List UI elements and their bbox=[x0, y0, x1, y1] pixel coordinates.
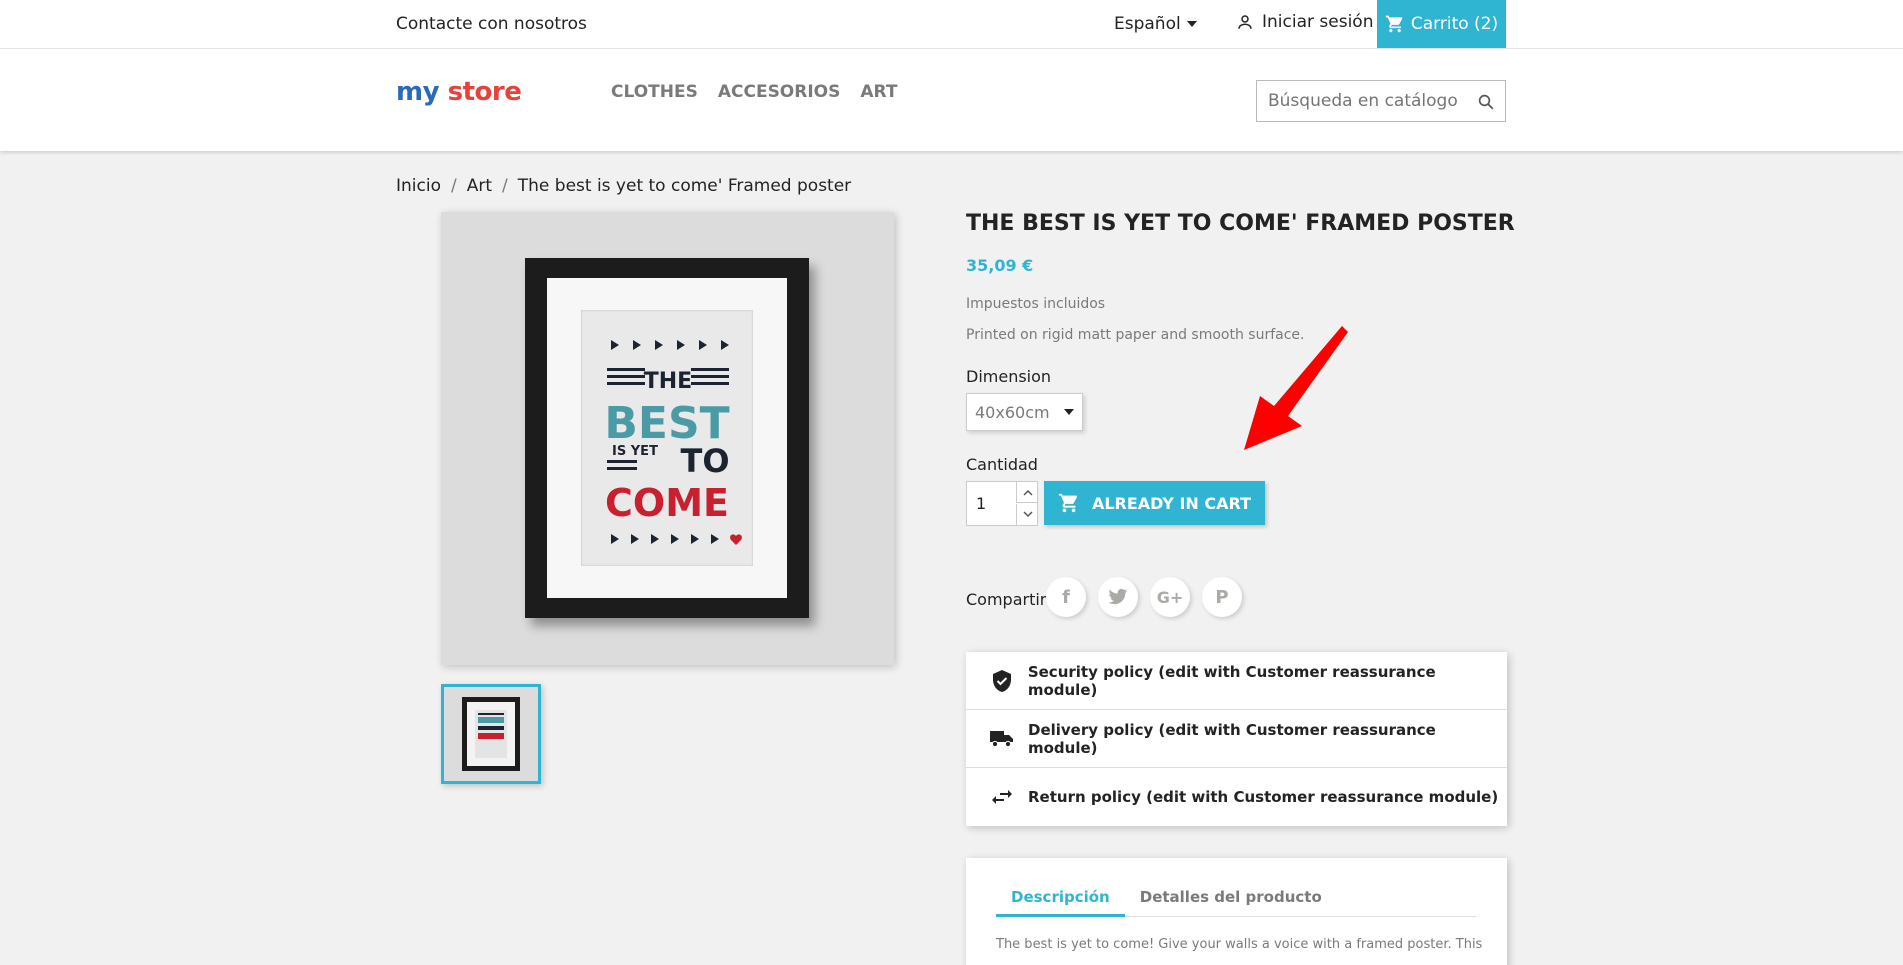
product-main-image[interactable]: THE BEST IS YET TO COME bbox=[441, 212, 894, 665]
header: my store CLOTHES ACCESORIOS ART bbox=[0, 49, 1903, 151]
logo-part-2: store bbox=[447, 77, 522, 107]
product-price: 35,09 € bbox=[966, 256, 1034, 275]
facebook-icon: f bbox=[1062, 586, 1070, 608]
chevron-down-icon bbox=[1064, 409, 1074, 415]
breadcrumb: Inicio / Art / The best is yet to come' … bbox=[396, 176, 851, 196]
search-input[interactable] bbox=[1257, 81, 1467, 121]
truck-icon bbox=[990, 730, 1014, 748]
contact-link[interactable]: Contacte con nosotros bbox=[396, 14, 587, 34]
product-tabs: Descripción Detalles del producto The be… bbox=[966, 858, 1507, 965]
language-label: Español bbox=[1114, 14, 1181, 34]
reassurance-item-delivery: Delivery policy (edit with Customer reas… bbox=[966, 710, 1507, 768]
add-to-cart-label: ALREADY IN CART bbox=[1091, 493, 1252, 513]
reassurance-text: Return policy (edit with Customer reassu… bbox=[1028, 788, 1499, 806]
poster-mat: THE BEST IS YET TO COME bbox=[547, 278, 787, 598]
pinterest-share-button[interactable]: P bbox=[1202, 577, 1242, 617]
swap-arrows-icon bbox=[990, 788, 1014, 806]
product-thumbnail[interactable] bbox=[441, 684, 541, 784]
breadcrumb-home[interactable]: Inicio bbox=[396, 176, 441, 196]
tab-product-details[interactable]: Detalles del producto bbox=[1125, 885, 1337, 917]
nav-item-accesorios[interactable]: ACCESORIOS bbox=[718, 82, 841, 102]
chevron-down-icon bbox=[1186, 21, 1197, 27]
dimension-label: Dimension bbox=[966, 367, 1052, 386]
breadcrumb-category[interactable]: Art bbox=[467, 176, 492, 196]
dimension-select[interactable]: 40x60cm bbox=[966, 393, 1083, 431]
poster-text-isyet: IS YET bbox=[612, 444, 658, 459]
breadcrumb-current: The best is yet to come' Framed poster bbox=[517, 176, 852, 196]
shield-check-icon bbox=[990, 669, 1014, 692]
quantity-input[interactable] bbox=[967, 482, 1015, 525]
store-logo[interactable]: my store bbox=[396, 77, 522, 107]
reassurance-text: Delivery policy (edit with Customer reas… bbox=[1028, 720, 1436, 757]
reassurance-text: Security policy (edit with Customer reas… bbox=[1027, 662, 1436, 699]
cart-label: Carrito (2) bbox=[1410, 14, 1499, 34]
product-title: THE BEST IS YET TO COME' FRAMED POSTER bbox=[966, 211, 1515, 236]
annotation-arrow-icon bbox=[1244, 326, 1348, 450]
product-description-text: The best is yet to come! Give your walls… bbox=[996, 937, 1483, 952]
chevron-down-icon bbox=[1022, 511, 1033, 518]
tax-label: Impuestos incluidos bbox=[966, 296, 1106, 312]
googleplus-share-button[interactable]: G+ bbox=[1150, 577, 1190, 617]
poster-artwork: THE BEST IS YET TO COME bbox=[604, 340, 742, 545]
language-selector[interactable]: Español bbox=[1114, 14, 1197, 34]
breadcrumb-separator: / bbox=[502, 176, 508, 196]
user-icon bbox=[1238, 15, 1252, 29]
twitter-share-button[interactable] bbox=[1098, 577, 1138, 617]
signin-link[interactable]: Iniciar sesión bbox=[1236, 12, 1373, 32]
poster-print: THE BEST IS YET TO COME bbox=[581, 310, 753, 566]
reassurance-block: Security policy (edit with Customer reas… bbox=[966, 652, 1507, 826]
nav-item-clothes[interactable]: CLOTHES bbox=[611, 82, 698, 102]
pinterest-icon: P bbox=[1215, 586, 1229, 608]
reassurance-item-security: Security policy (edit with Customer reas… bbox=[966, 652, 1507, 710]
main-nav: CLOTHES ACCESORIOS ART bbox=[611, 82, 897, 102]
thumbnail-artwork bbox=[475, 710, 507, 758]
share-label: Compartir bbox=[966, 590, 1047, 609]
cart-button[interactable]: Carrito (2) bbox=[1377, 0, 1506, 48]
tab-description[interactable]: Descripción bbox=[996, 885, 1125, 917]
tab-bar: Descripción Detalles del producto bbox=[996, 885, 1476, 917]
search-icon[interactable] bbox=[1477, 93, 1495, 111]
logo-part-1: my bbox=[396, 77, 440, 107]
add-to-cart-button[interactable]: ALREADY IN CART bbox=[1044, 481, 1265, 525]
quantity-decrease-button[interactable] bbox=[1016, 504, 1038, 525]
poster-text-the: THE bbox=[644, 369, 692, 394]
quantity-stepper bbox=[966, 481, 1038, 526]
poster-text-to: TO bbox=[680, 442, 729, 480]
reassurance-item-return: Return policy (edit with Customer reassu… bbox=[966, 768, 1507, 826]
thumbnail-mat bbox=[467, 702, 515, 766]
chevron-up-icon bbox=[1022, 489, 1033, 496]
quantity-increase-button[interactable] bbox=[1016, 482, 1038, 503]
top-bar: Contacte con nosotros Español Iniciar se… bbox=[0, 0, 1903, 49]
signin-label: Iniciar sesión bbox=[1262, 12, 1374, 32]
poster-text-come: COME bbox=[605, 481, 729, 525]
quantity-label: Cantidad bbox=[966, 455, 1038, 474]
cart-icon bbox=[1385, 15, 1403, 33]
breadcrumb-separator: / bbox=[450, 176, 457, 196]
search-box bbox=[1256, 80, 1506, 122]
twitter-icon bbox=[1108, 588, 1128, 605]
thumbnail-frame bbox=[462, 697, 520, 771]
nav-item-art[interactable]: ART bbox=[860, 82, 897, 102]
cart-icon bbox=[1058, 493, 1078, 513]
poster-frame: THE BEST IS YET TO COME bbox=[525, 258, 809, 618]
facebook-share-button[interactable]: f bbox=[1046, 577, 1086, 617]
googleplus-icon: G+ bbox=[1156, 587, 1184, 607]
dimension-value: 40x60cm bbox=[975, 402, 1050, 422]
